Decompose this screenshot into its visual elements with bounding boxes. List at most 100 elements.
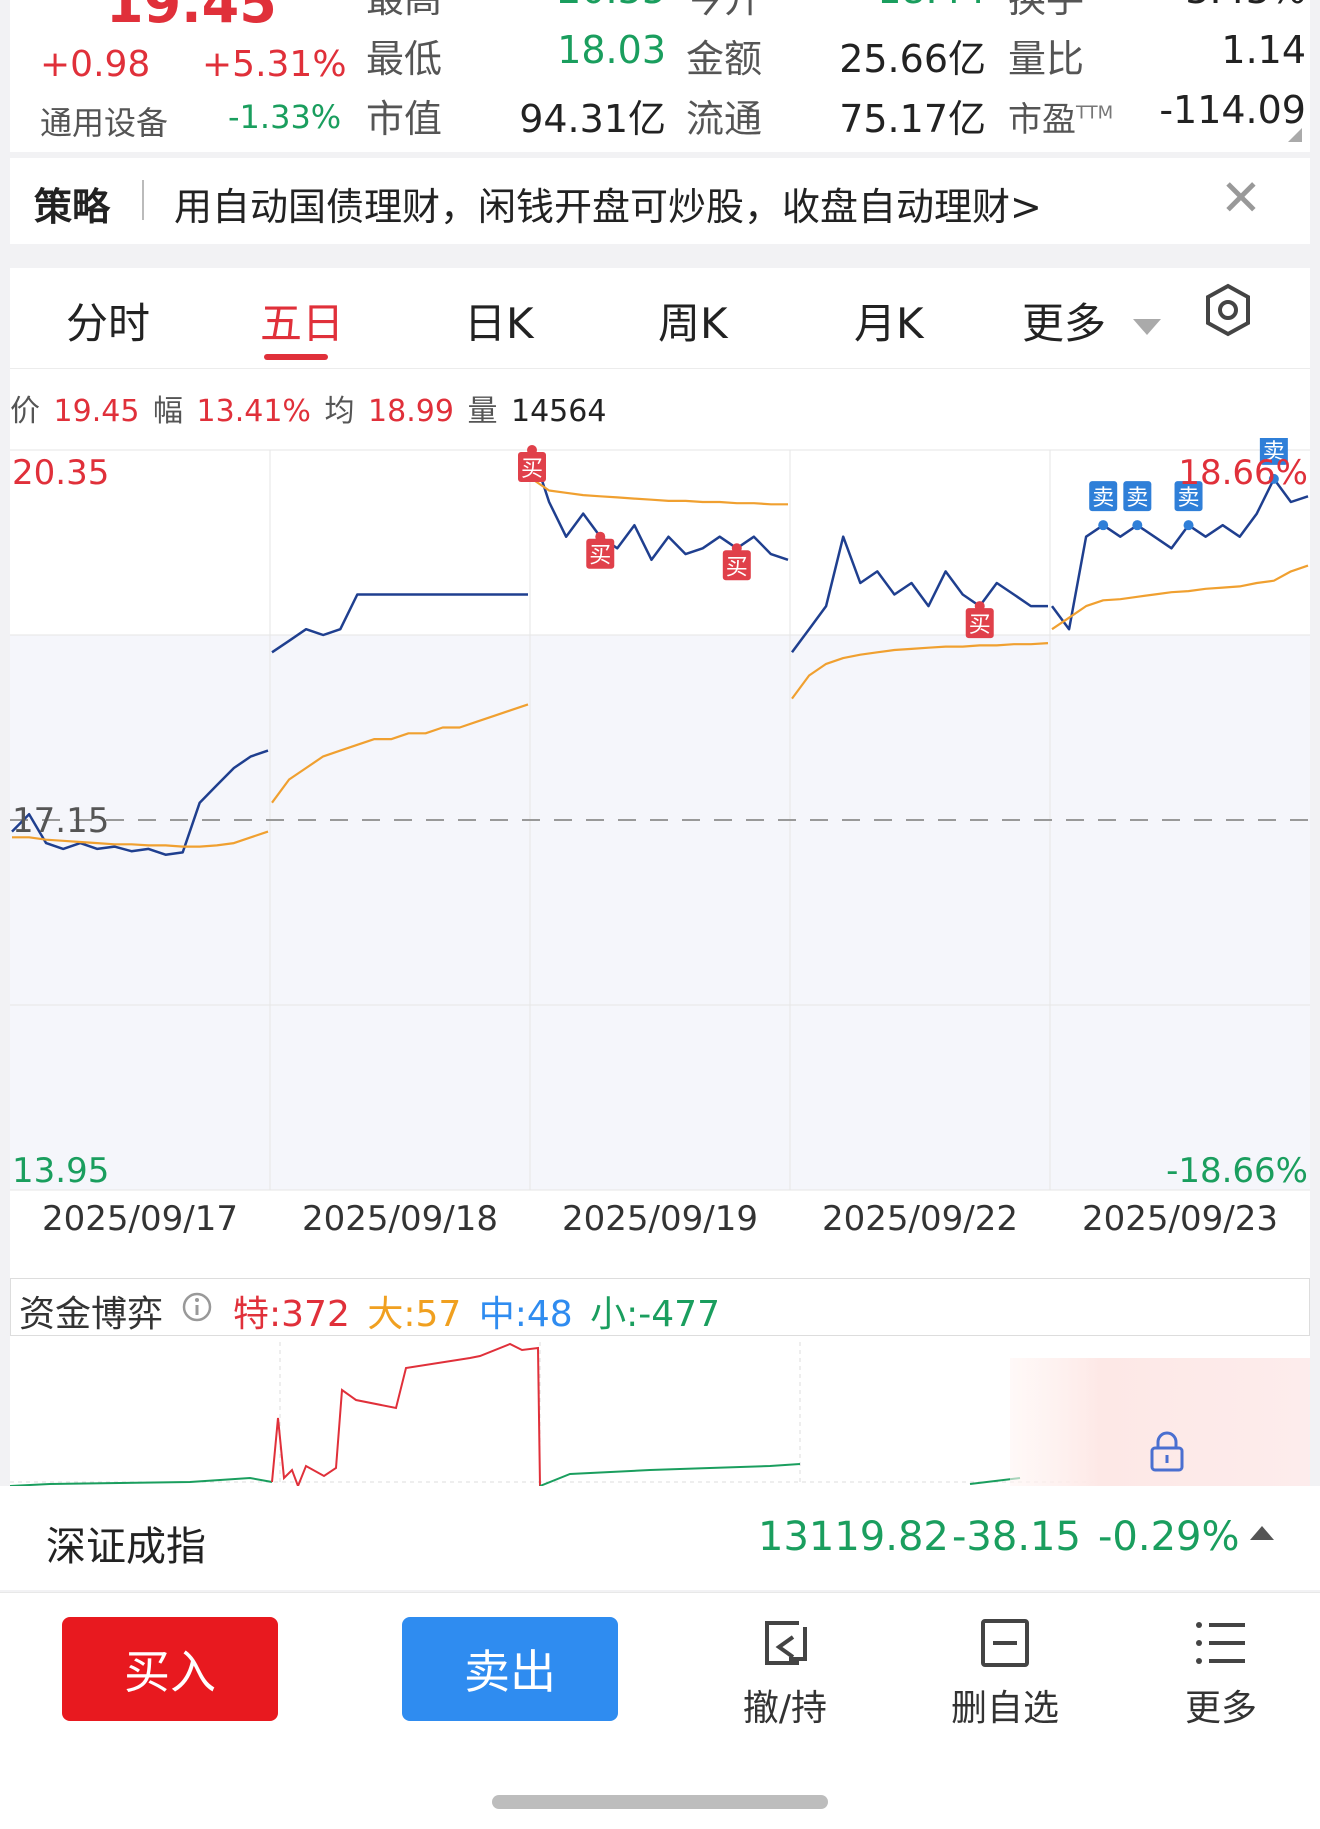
tab-day-k[interactable]: 日K bbox=[464, 290, 534, 351]
buy-marker: 买 bbox=[586, 531, 615, 569]
pct-label-top: 18.66% bbox=[1178, 453, 1308, 493]
locked-overlay[interactable] bbox=[1010, 1358, 1310, 1486]
avg-label: 均 bbox=[324, 394, 355, 429]
price-line-day-3 bbox=[530, 449, 789, 562]
remove-watchlist-icon bbox=[981, 1619, 1029, 1667]
y-label-top: 20.35 bbox=[12, 453, 109, 493]
info-icon[interactable] bbox=[181, 1291, 213, 1323]
volume-ratio-label: 量比 bbox=[1008, 37, 1085, 81]
active-tab-indicator bbox=[264, 354, 328, 360]
expand-corner-icon[interactable] bbox=[1288, 128, 1302, 142]
index-percent: -0.29% bbox=[1098, 1514, 1240, 1560]
te-value: 372 bbox=[281, 1294, 350, 1335]
caret-up-icon[interactable] bbox=[1250, 1526, 1274, 1540]
open-label: 今开 bbox=[686, 0, 762, 23]
change-percent: +5.31% bbox=[202, 44, 347, 85]
low-label: 最低 bbox=[366, 37, 443, 81]
gear-icon[interactable] bbox=[1200, 282, 1256, 338]
date-label: 2025/09/19 bbox=[562, 1199, 758, 1239]
divider bbox=[142, 180, 144, 220]
date-label: 2025/09/23 bbox=[1082, 1199, 1278, 1239]
fund-flow-title: 资金博弈 bbox=[19, 1294, 164, 1335]
remove-watchlist-button[interactable]: 删自选 bbox=[930, 1613, 1080, 1731]
buy-marker: 买 bbox=[965, 601, 994, 639]
sell-button[interactable]: 卖出 bbox=[402, 1617, 618, 1721]
date-label: 2025/09/22 bbox=[822, 1199, 1018, 1239]
cancel-hold-button[interactable]: 撤/持 bbox=[710, 1613, 860, 1731]
mktcap-value: 94.31亿 bbox=[519, 97, 666, 141]
marker-label: 买 bbox=[589, 544, 611, 569]
strategy-text[interactable]: 用自动国债理财，闲钱开盘可炒股，收盘自动理财> bbox=[174, 176, 1042, 231]
last-price: 19.45 bbox=[106, 0, 277, 35]
marker-dot bbox=[1098, 520, 1109, 531]
high-label: 最高 bbox=[366, 0, 442, 23]
five-day-chart[interactable]: 买买 买买卖卖卖卖20.35 18.66%17.1513.95 -18.66%2025… bbox=[10, 438, 1310, 1274]
amount-label: 金额 bbox=[686, 37, 763, 81]
chevron-down-icon bbox=[1133, 318, 1162, 335]
cancel-hold-icon bbox=[765, 1621, 807, 1665]
fund-flow-chart bbox=[10, 1342, 1310, 1486]
chart-shade bbox=[10, 635, 1310, 1190]
avg-line-day-3 bbox=[531, 477, 788, 506]
turnover-value: 3.43% bbox=[1140, 0, 1306, 12]
buy-button[interactable]: 买入 bbox=[62, 1617, 278, 1721]
fund-green-line-2 bbox=[539, 1463, 801, 1486]
marker-dot bbox=[1183, 520, 1194, 531]
period-tabs: 分时 五日 日K 周K 月K 更多 bbox=[10, 268, 1310, 369]
zhong-label: 中: bbox=[478, 1294, 527, 1335]
volume-label: 量 bbox=[467, 394, 498, 429]
avg-line-day-5 bbox=[1051, 564, 1309, 631]
xiao-label: 小: bbox=[590, 1294, 639, 1335]
quote-card: 19.45 最高 20.35 今开 18.44 换手 3.43% +0.98 +… bbox=[10, 0, 1310, 152]
strategy-tag: 策略 bbox=[34, 185, 111, 229]
date-label: 2025/09/18 bbox=[302, 1199, 498, 1239]
range-value: 13.41% bbox=[196, 394, 311, 429]
buy-marker: 买 bbox=[722, 543, 751, 581]
pe-label: 市盈TTM bbox=[1008, 100, 1114, 140]
y-label-bottom: 13.95 bbox=[12, 1151, 109, 1191]
index-ticker[interactable]: 深证成指 13119.82 -38.15 -0.29% bbox=[0, 1486, 1320, 1590]
strategy-banner[interactable]: 策略 用自动国债理财，闲钱开盘可炒股，收盘自动理财> ✕ bbox=[10, 158, 1310, 244]
index-value: 13119.82 bbox=[758, 1514, 949, 1560]
change-amount: +0.98 bbox=[40, 44, 151, 85]
low-value: 18.03 bbox=[557, 28, 666, 72]
close-icon[interactable]: ✕ bbox=[1220, 168, 1262, 228]
marker-label: 买 bbox=[521, 457, 543, 482]
tab-week-k[interactable]: 周K bbox=[658, 290, 728, 351]
tab-month-k[interactable]: 月K bbox=[854, 290, 924, 351]
chart-card: 分时 五日 日K 周K 月K 更多 价 19.45 幅 13.41% 均 18.… bbox=[10, 268, 1310, 1486]
marker-label: 买 bbox=[726, 555, 748, 580]
tab-five-day[interactable]: 五日 bbox=[260, 290, 344, 351]
more-button[interactable]: 更多 bbox=[1146, 1613, 1296, 1731]
price-label: 价 bbox=[10, 394, 40, 429]
marker-label: 买 bbox=[969, 613, 991, 638]
tab-more[interactable]: 更多 bbox=[1022, 290, 1162, 351]
xiao-value: -477 bbox=[638, 1294, 720, 1335]
fund-green-line-1 bbox=[10, 1476, 273, 1486]
fund-flow-header: 资金博弈 特:372 大:57 中:48 小:-477 bbox=[10, 1278, 1310, 1336]
marker-dot bbox=[1132, 520, 1143, 531]
menu-icon bbox=[1196, 1622, 1245, 1664]
marker-label: 卖 bbox=[1126, 486, 1148, 511]
zhong-value: 48 bbox=[526, 1294, 573, 1335]
index-name: 深证成指 bbox=[46, 1524, 206, 1570]
turnover-label: 换手 bbox=[1008, 0, 1084, 23]
amount-value: 25.66亿 bbox=[839, 37, 986, 81]
sector-percent: -1.33% bbox=[228, 98, 342, 136]
open-value: 18.44 bbox=[830, 0, 986, 12]
home-indicator[interactable] bbox=[492, 1795, 828, 1809]
remove-watchlist-label: 删自选 bbox=[950, 1688, 1059, 1729]
volume-ratio-value: 1.14 bbox=[1221, 28, 1306, 72]
sell-marker: 卖 bbox=[1089, 481, 1118, 531]
fund-red-line bbox=[271, 1342, 541, 1486]
sector-name[interactable]: 通用设备 bbox=[40, 98, 168, 144]
volume-value: 14564 bbox=[511, 394, 607, 429]
float-label: 流通 bbox=[686, 97, 763, 141]
te-label: 特: bbox=[233, 1294, 282, 1335]
date-label: 2025/09/17 bbox=[42, 1199, 238, 1239]
pct-label-bottom: -18.66% bbox=[1166, 1151, 1308, 1191]
chart-infobar: 价 19.45 幅 13.41% 均 18.99 量 14564 bbox=[10, 386, 610, 430]
tab-intraday[interactable]: 分时 bbox=[66, 290, 150, 351]
cancel-hold-label: 撤/持 bbox=[742, 1688, 828, 1729]
sell-marker: 卖 bbox=[1123, 481, 1152, 531]
